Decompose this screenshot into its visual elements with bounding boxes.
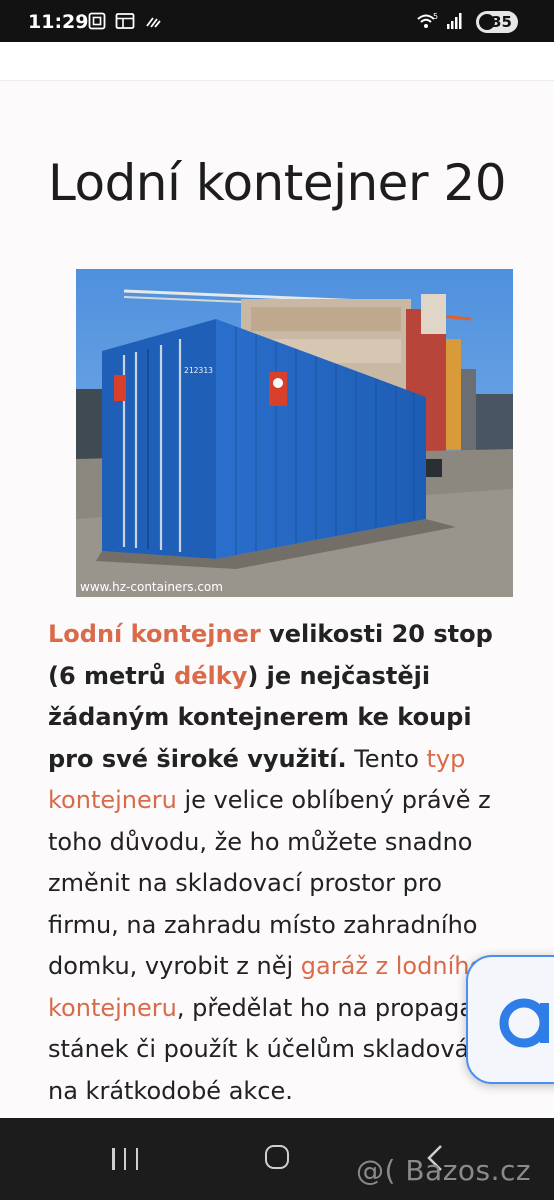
article-image[interactable]: 212313 www.hz-containers.com [76, 269, 513, 597]
home-button[interactable] [265, 1145, 289, 1169]
battery-indicator: 35 [476, 11, 518, 33]
page-title: Lodní kontejner 20 [48, 154, 507, 212]
status-icons-left [88, 12, 162, 30]
container-photo: 212313 [76, 269, 513, 597]
text-2: je velice oblíbený právě z toho důvodu, … [48, 786, 491, 980]
status-bar: 11:29 5 35 [0, 0, 554, 42]
browser-top-band [0, 42, 554, 80]
signal-icon [447, 13, 462, 29]
ai-label: ai [468, 957, 470, 958]
status-time: 11:29 [28, 11, 89, 33]
wifi-icon: 5 [417, 12, 438, 28]
bazos-watermark: @( Bazos.cz [356, 1154, 532, 1187]
battery-leaf-icon [479, 14, 495, 30]
recent-apps-button[interactable] [112, 1148, 138, 1170]
gallery-icon [115, 13, 135, 29]
container-code: 212313 [184, 366, 213, 375]
image-watermark: www.hz-containers.com [80, 580, 223, 594]
link-lodni-kontejner[interactable]: Lodní kontejner [48, 620, 261, 648]
screenshot-icon [88, 12, 106, 30]
data-saver-icon [146, 17, 161, 28]
wifi-label: 5 [433, 12, 438, 21]
link-delky[interactable]: délky [174, 662, 247, 690]
ai-assistant-button[interactable]: ai [466, 955, 554, 1084]
text-1: Tento [346, 744, 427, 773]
status-icons-right: 5 [416, 12, 462, 30]
article-paragraph: Lodní kontejner velikosti 20 stop (6 met… [48, 614, 518, 1112]
ai-icon: ai [468, 957, 549, 1048]
